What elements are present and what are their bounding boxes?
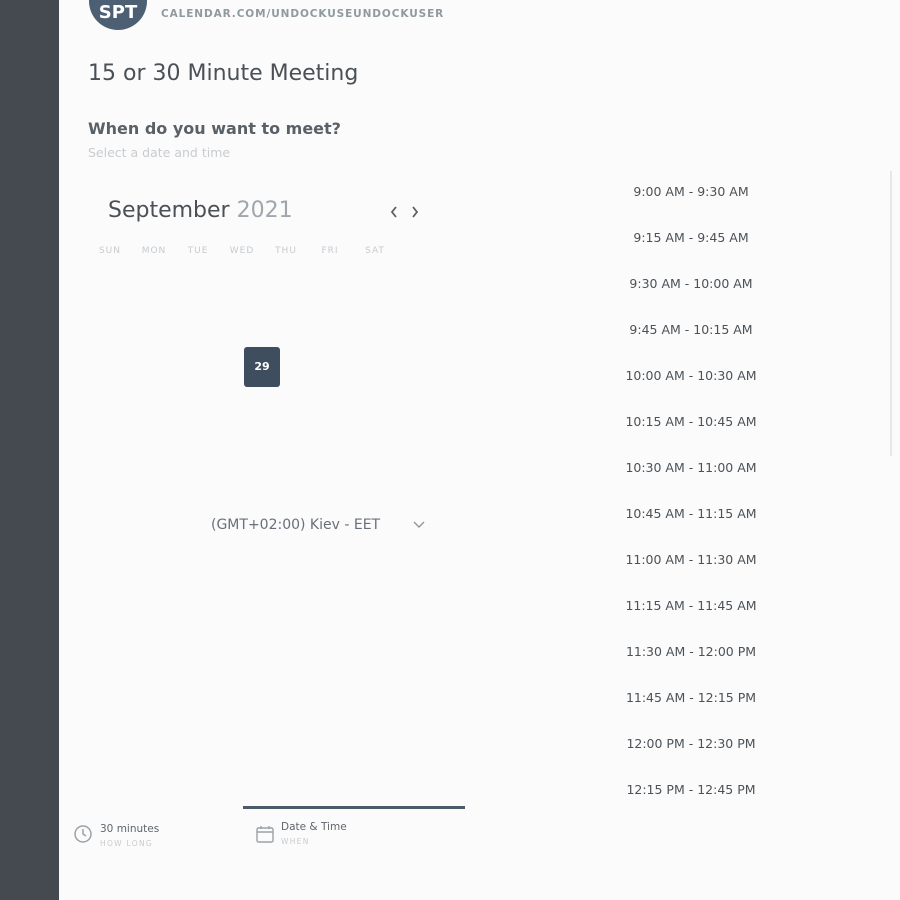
time-slot-button[interactable]: 10:00 AM - 10:30 AM [596, 364, 786, 410]
day-of-week-label: SAT [365, 246, 385, 256]
avatar-initials: SPT [98, 1, 138, 23]
meeting-title: 15 or 30 Minute Meeting [88, 61, 359, 86]
time-slot-button[interactable]: 9:30 AM - 10:00 AM [596, 272, 786, 318]
calendar-day-selected[interactable]: 29 [244, 347, 280, 387]
time-slot-button[interactable]: 11:30 AM - 12:00 PM [596, 640, 786, 686]
day-of-week-label: SUN [98, 246, 122, 256]
day-of-week-label: THU [275, 246, 297, 256]
time-slot-list: 9:00 AM - 9:30 AM 9:15 AM - 9:45 AM 9:30 A… [596, 180, 786, 824]
app-root: SPT CALENDAR.COM/UNDOCKUSEUNDOCKUSER 15 … [0, 0, 900, 900]
time-slot-button[interactable]: 9:15 AM - 9:45 AM [596, 226, 786, 272]
time-slot-button[interactable]: 11:15 AM - 11:45 AM [596, 594, 786, 640]
active-step-indicator [243, 806, 465, 809]
time-slot-button[interactable]: 10:30 AM - 11:00 AM [596, 456, 786, 502]
time-slot-button[interactable]: 12:00 PM - 12:30 PM [596, 732, 786, 778]
day-of-week-label: FRI [321, 246, 339, 256]
chevron-right-icon [412, 206, 419, 218]
day-of-week-label: MON [141, 246, 167, 256]
step-progress-bar: 30 minutes HOW LONG Date & Time WHEN [59, 806, 900, 900]
left-sidebar-strip [0, 0, 59, 900]
step-duration-subtitle: HOW LONG [100, 839, 153, 848]
meeting-question: When do you want to meet? [88, 119, 341, 138]
calendar-icon [255, 824, 275, 844]
booking-card: SPT CALENDAR.COM/UNDOCKUSEUNDOCKUSER 15 … [59, 0, 900, 900]
timezone-label: (GMT+02:00) Kiev - EET [211, 517, 381, 533]
next-month-button[interactable] [405, 200, 425, 224]
meeting-subtitle: Select a date and time [88, 145, 231, 160]
time-slot-button[interactable]: 10:15 AM - 10:45 AM [596, 410, 786, 456]
month-label: September [108, 198, 230, 223]
chevron-left-icon [390, 206, 397, 218]
time-slot-button[interactable]: 9:00 AM - 9:30 AM [596, 180, 786, 226]
clock-icon [73, 824, 93, 844]
day-of-week-label: TUE [187, 246, 209, 256]
time-slot-button[interactable]: 11:00 AM - 11:30 AM [596, 548, 786, 594]
scrollbar[interactable] [890, 171, 892, 456]
time-slot-button[interactable]: 9:45 AM - 10:15 AM [596, 318, 786, 364]
step-duration-title: 30 minutes [100, 823, 160, 835]
step-datetime-title: Date & Time [281, 821, 347, 833]
month-year-title: September 2021 [108, 198, 293, 223]
time-slot-button[interactable]: 11:45 AM - 12:15 PM [596, 686, 786, 732]
chevron-down-icon [413, 518, 425, 532]
time-slot-button[interactable]: 10:45 AM - 11:15 AM [596, 502, 786, 548]
step-datetime-subtitle: WHEN [281, 837, 310, 846]
previous-month-button[interactable] [384, 200, 404, 224]
avatar: SPT [89, 0, 147, 30]
calendar-url[interactable]: CALENDAR.COM/UNDOCKUSEUNDOCKUSER [161, 8, 444, 20]
day-of-week-label: WED [229, 246, 255, 256]
year-label: 2021 [236, 198, 293, 223]
timezone-select[interactable]: (GMT+02:00) Kiev - EET [211, 517, 425, 533]
